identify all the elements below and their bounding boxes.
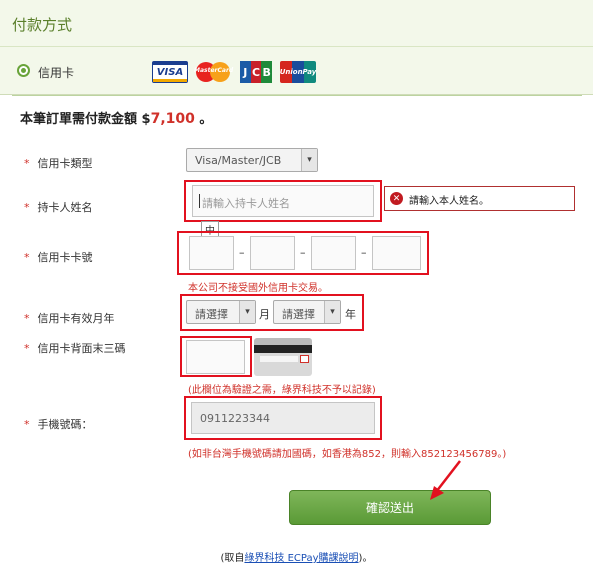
cvv-label: * 信用卡背面末三碼 [24,342,126,355]
error-x-icon: ✕ [390,192,403,205]
card-type-select[interactable]: Visa/Master/JCB ▾ [186,148,318,172]
arrow-pointer-icon [430,460,461,500]
month-unit: 月 [259,308,270,321]
card-type-label: * 信用卡類型 [24,157,93,170]
cvv-note: (此欄位為驗證之需，綠界科技不予以記錄) [188,385,376,396]
expiry-year-select[interactable]: 請選擇 ▾ [273,300,341,324]
chevron-down-icon: ▾ [301,149,317,171]
card-number-part-3[interactable] [311,236,356,270]
chevron-down-icon: ▾ [239,301,255,323]
order-amount: 本筆訂單需付款金額 $7,100 。 [20,111,213,127]
card-back-icon [254,338,312,376]
payment-method-label: 信用卡 [38,66,75,80]
year-unit: 年 [345,308,356,321]
section-divider [12,95,582,96]
card-number-part-2[interactable] [250,236,295,270]
expiry-month-select[interactable]: 請選擇 ▾ [186,300,256,324]
source-link[interactable]: 綠界科技 ECPay購課說明 [244,553,358,564]
jcb-logo-icon: JCB [240,61,273,83]
visa-logo-icon: VISA [152,61,188,83]
holder-name-error: ✕ 請輸入本人姓名。 [384,186,575,211]
holder-name-input[interactable]: 請輸入持卡人姓名 [192,185,374,217]
payment-method-row[interactable]: 信用卡 VISA MasterCard JCB UnionPay [0,47,593,95]
card-number-part-4[interactable] [372,236,421,270]
panel-header: 付款方式 [0,0,593,47]
panel-title: 付款方式 [12,16,73,34]
unionpay-logo-icon: UnionPay [280,61,316,83]
mastercard-logo-icon: MasterCard [194,61,233,83]
card-number-note: 本公司不接受國外信用卡交易。 [188,283,328,294]
chevron-down-icon: ▾ [324,301,340,323]
amount-value: 7,100 [150,111,195,127]
card-number-label: * 信用卡卡號 [24,251,93,264]
card-number-part-1[interactable] [189,236,234,270]
credit-card-radio[interactable] [17,64,30,77]
source-caption: (取自綠界科技 ECPay購課說明)。 [220,553,373,564]
cvv-input[interactable] [186,340,245,374]
phone-label: * 手機號碼： [24,418,93,431]
payment-panel: 付款方式 信用卡 VISA MasterCard JCB UnionPay 本筆… [0,0,593,539]
expiry-label: * 信用卡有效月年 [24,312,115,325]
holder-name-label: * 持卡人姓名 [24,201,93,214]
phone-input[interactable]: 0911223344 [191,402,375,434]
